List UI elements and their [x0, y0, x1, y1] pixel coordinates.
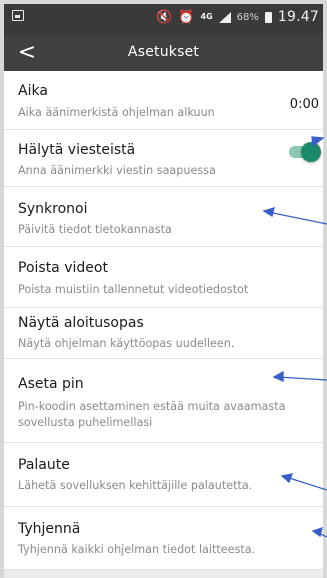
setting-aseta-pin[interactable]: Aseta pin Pin-koodin asettaminen estää m…: [4, 359, 323, 443]
setting-title: Tyhjennä: [18, 521, 81, 537]
setting-synkronoi[interactable]: Synkronoi Päivitä tiedot tietokannasta: [4, 187, 323, 247]
signal-icon: [218, 11, 231, 23]
setting-description: Aika äänimerkistä ohjelman alkuun: [18, 106, 215, 119]
clock: 19.47: [277, 9, 319, 25]
setting-tyhjenna[interactable]: Tyhjennä Tyhjennä kaikki ohjelman tiedot…: [4, 507, 323, 570]
app-bar: < Asetukset: [0, 35, 327, 71]
list-bottom-edge: [4, 570, 323, 578]
setting-description: Anna äänimerkki viestin saapuessa: [18, 164, 216, 177]
battery-percent: 68%: [236, 11, 259, 23]
message-alert-toggle[interactable]: [285, 142, 321, 162]
network-type: 4G: [200, 12, 213, 21]
setting-title: Poista videot: [18, 260, 108, 276]
battery-icon: [264, 11, 272, 23]
toggle-thumb: [301, 142, 321, 162]
settings-list: Aika Aika äänimerkistä ohjelman alkuun 0…: [0, 71, 327, 578]
setting-title: Synkronoi: [18, 201, 88, 217]
setting-description: Pin-koodin asettaminen estää muita avaam…: [18, 400, 286, 429]
setting-palaute[interactable]: Palaute Lähetä sovelluksen kehittäjille …: [4, 443, 323, 507]
setting-description: Tyhjennä kaikki ohjelman tiedot laittees…: [18, 543, 256, 556]
status-bar: 🔇 ⏰ 4G 68% 19.47: [0, 0, 327, 35]
setting-poista-videot[interactable]: Poista videot Poista muistiin tallennetu…: [4, 247, 323, 308]
alarm-icon: ⏰: [178, 9, 195, 25]
setting-description: Poista muistiin tallennetut videotiedost…: [18, 283, 249, 296]
setting-title: Palaute: [18, 457, 70, 473]
setting-title: Aseta pin: [18, 376, 84, 392]
setting-description: Näytä ohjelman käyttöopas uudelleen.: [18, 337, 235, 350]
gallery-icon: [12, 10, 24, 21]
setting-title: Näytä aloitusopas: [18, 315, 144, 331]
mute-icon: 🔇: [156, 9, 173, 25]
setting-halyta-viesteista[interactable]: Hälytä viesteistä Anna äänimerkki viesti…: [4, 130, 323, 187]
setting-value: 0:00: [289, 97, 319, 112]
setting-nayta-aloitusopas[interactable]: Näytä aloitusopas Näytä ohjelman käyttöo…: [4, 308, 323, 359]
setting-description: Lähetä sovelluksen kehittäjille palautet…: [18, 479, 253, 492]
setting-title: Hälytä viesteistä: [18, 142, 136, 158]
setting-aika[interactable]: Aika Aika äänimerkistä ohjelman alkuun 0…: [4, 71, 323, 130]
status-icons: 🔇 ⏰ 4G 68% 19.47: [156, 7, 319, 27]
setting-description: Päivitä tiedot tietokannasta: [18, 223, 172, 236]
setting-title: Aika: [18, 83, 48, 99]
page-title: Asetukset: [127, 44, 200, 60]
